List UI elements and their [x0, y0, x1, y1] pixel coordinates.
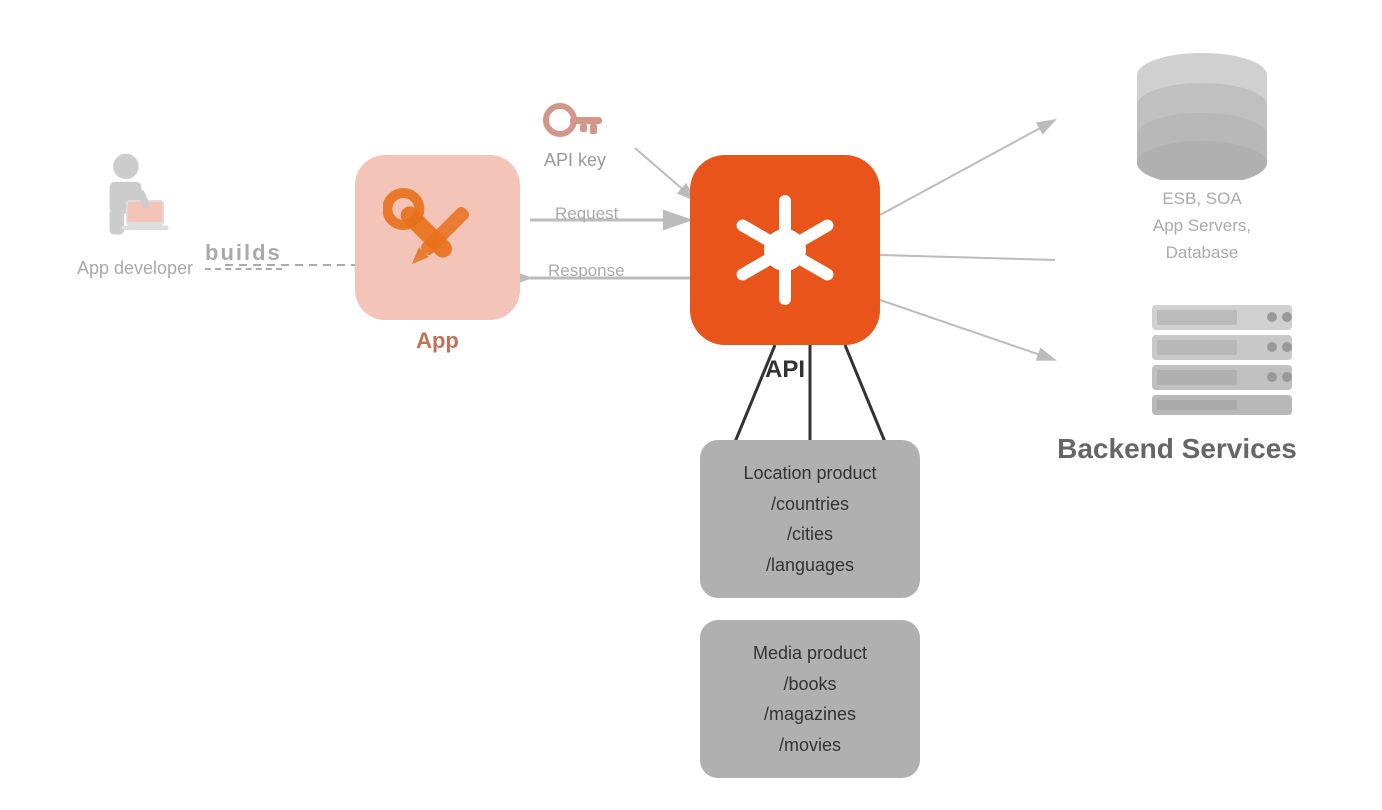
database-icon-area: ESB, SOAApp Servers,Database	[1122, 50, 1282, 267]
backend-services-label: Backend Services	[1057, 433, 1297, 465]
request-label: Request	[555, 204, 618, 224]
person-icon	[95, 150, 175, 250]
api-label: API	[690, 356, 880, 384]
key-icon	[540, 95, 610, 145]
api-key-area: API key	[540, 95, 610, 171]
app-developer-label: App developer	[77, 258, 193, 279]
location-product-text: Location product /countries /cities /lan…	[720, 458, 900, 580]
database-icon	[1122, 50, 1282, 180]
api-box	[690, 155, 880, 345]
tools-icon	[383, 183, 493, 293]
response-label: Response	[548, 261, 625, 281]
api-key-label: API key	[544, 150, 606, 171]
esb-soa-label: ESB, SOAApp Servers,Database	[1122, 185, 1282, 267]
media-product-text: Media product /books /magazines /movies	[720, 638, 900, 760]
server-icon-area	[1142, 300, 1302, 425]
app-label: App	[355, 328, 520, 354]
media-product-box: Media product /books /magazines /movies	[700, 620, 920, 778]
location-product-box: Location product /countries /cities /lan…	[700, 440, 920, 598]
app-developer-section: App developer	[50, 150, 220, 279]
app-box	[355, 155, 520, 320]
api-logo-icon	[715, 180, 855, 320]
server-icon	[1142, 300, 1302, 420]
diagram-container: App developer builds App API key	[0, 0, 1382, 810]
builds-label: builds	[205, 240, 282, 270]
